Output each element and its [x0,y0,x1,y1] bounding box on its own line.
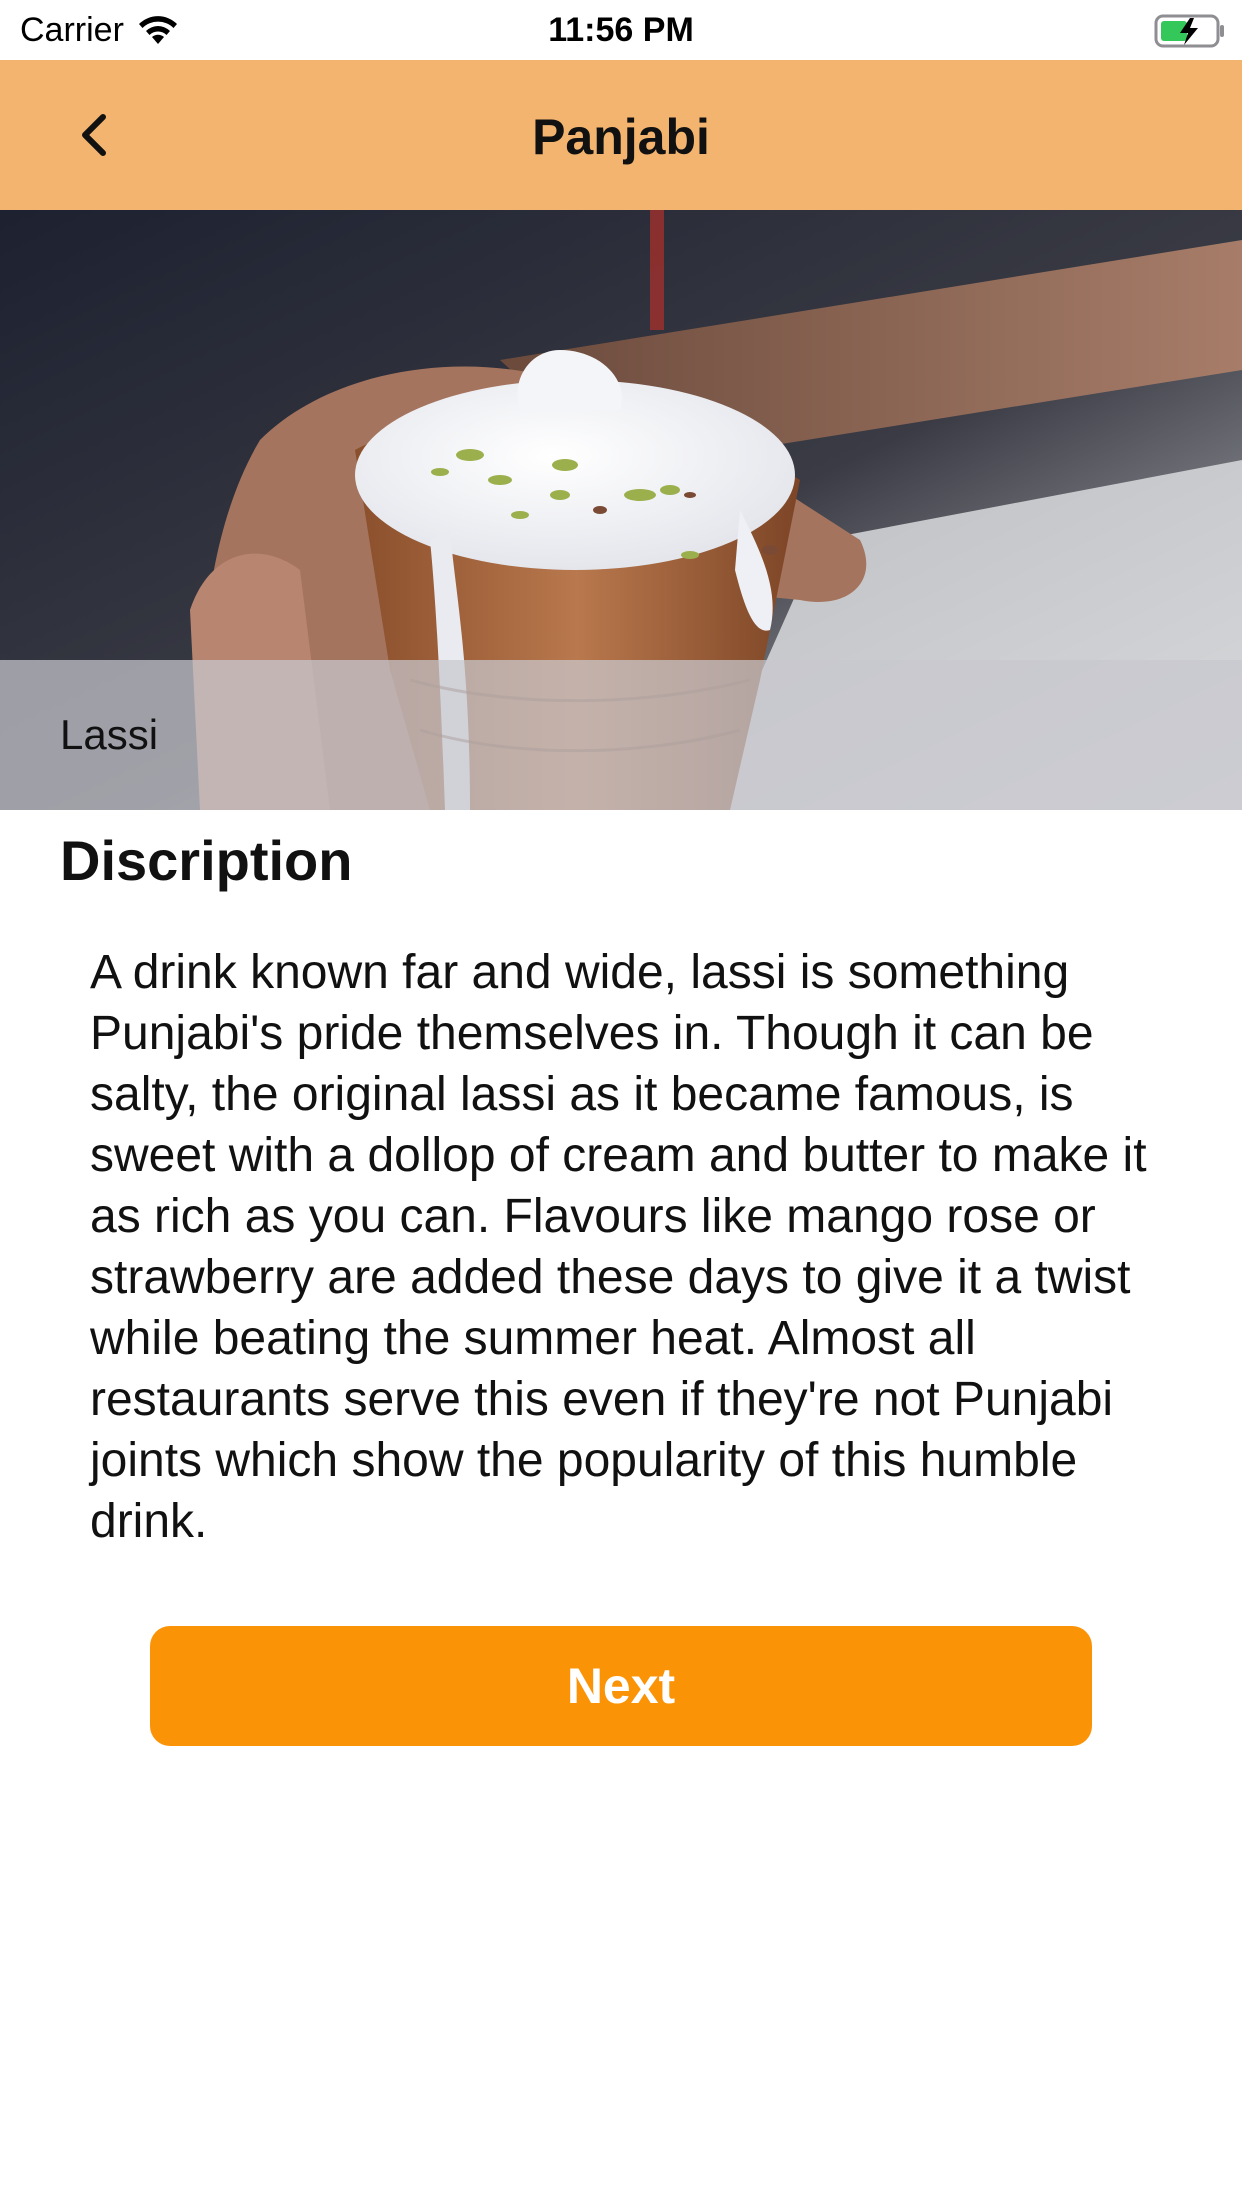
navigation-bar: Panjabi [0,60,1242,210]
status-time: 11:56 PM [548,11,694,49]
hero-caption-band: Lassi [0,660,1242,810]
battery-charging-icon [1154,14,1224,48]
screen: Carrier 11:56 PM Panjabi Lassi Discripti… [0,0,1242,2208]
dish-name: Lassi [60,711,159,758]
hero-image: Lassi [0,210,1242,810]
description-text: A drink known far and wide, lassi is som… [90,946,1147,1548]
status-bar: Carrier 11:56 PM [0,0,1242,60]
next-button[interactable]: Next [150,1626,1092,1746]
description-heading: Discription [60,829,353,892]
page-title: Panjabi [532,109,710,165]
